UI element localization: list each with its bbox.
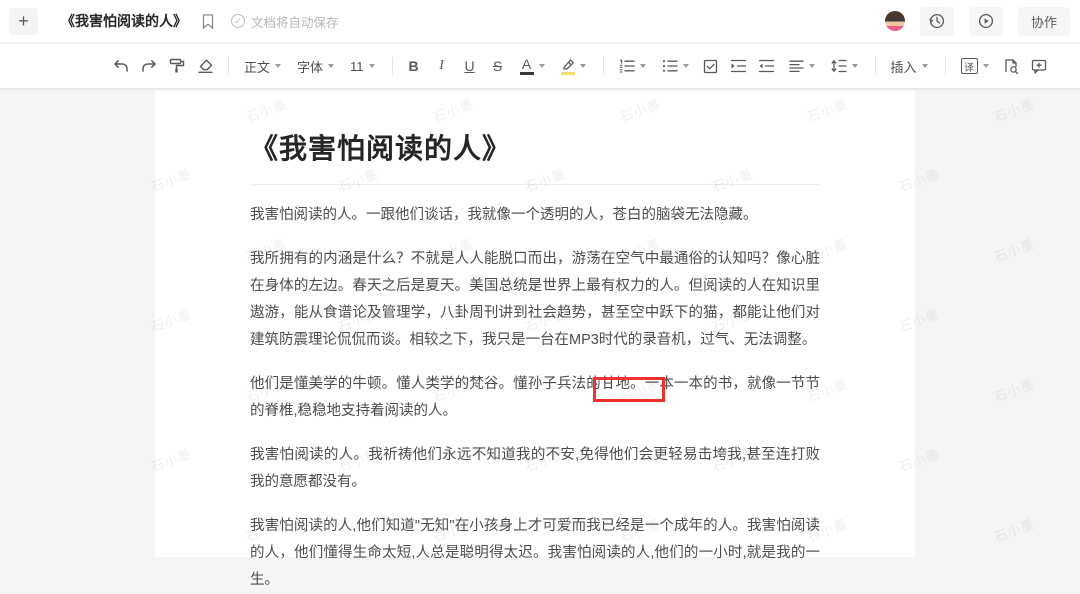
translate-icon: 译 xyxy=(961,58,978,74)
strikethrough-button[interactable]: S xyxy=(485,53,511,79)
align-button[interactable] xyxy=(782,53,822,79)
autosave-text: 文档将自动保存 xyxy=(251,12,339,31)
document-page[interactable]: 《我害怕阅读的人》 我害怕阅读的人。一跟他们谈话，我就像一个透明的人，苍白的脑袋… xyxy=(155,90,915,557)
chevron-down-icon xyxy=(983,64,989,68)
line-spacing-icon xyxy=(831,59,847,73)
paragraph[interactable]: 他们是懂美学的牛顿。懂人类学的梵谷。懂孙子兵法的甘地。一本一本的书，就像一节节的… xyxy=(250,371,820,425)
italic-icon: I xyxy=(439,59,444,73)
highlighter-icon xyxy=(561,58,575,75)
font-value: 字体 xyxy=(297,57,323,76)
add-comment-icon xyxy=(1031,59,1047,74)
paragraph[interactable]: 我害怕阅读的人。一跟他们谈话，我就像一个透明的人，苍白的脑袋无法隐藏。 xyxy=(250,202,820,229)
toolbar-divider xyxy=(392,57,393,75)
indent-increase-icon xyxy=(730,59,747,73)
strikethrough-icon: S xyxy=(493,59,502,73)
paragraph[interactable]: 我害怕阅读的人,他们知道"无知"在小孩身上才可爱而我已经是一个成年的人。我害怕阅… xyxy=(250,513,820,594)
document-search-icon xyxy=(1003,58,1019,74)
indent-increase-button[interactable] xyxy=(726,53,752,79)
chevron-down-icon xyxy=(275,64,281,68)
chevron-down-icon xyxy=(328,64,334,68)
style-value: 正文 xyxy=(244,57,270,76)
watermark-text: 石小墨 xyxy=(991,513,1037,545)
check-circle-icon: ✓ xyxy=(231,14,245,28)
chevron-down-icon xyxy=(809,64,815,68)
document-title[interactable]: 《我害怕阅读的人》 xyxy=(61,11,187,31)
indent-decrease-icon xyxy=(758,59,775,73)
find-replace-button[interactable] xyxy=(998,53,1024,79)
indent-decrease-button[interactable] xyxy=(754,53,780,79)
paragraph-style-select[interactable]: 正文 xyxy=(237,53,288,79)
insert-label: 插入 xyxy=(891,57,917,76)
chevron-down-icon xyxy=(922,64,928,68)
annotation-highlight-box xyxy=(593,377,665,402)
ordered-list-button[interactable] xyxy=(612,53,653,79)
bookmark-icon xyxy=(202,14,214,29)
toolbar-divider xyxy=(945,57,946,75)
format-painter-icon xyxy=(169,58,185,74)
format-toolbar: 正文 字体 11 B I U S A xyxy=(0,44,1080,89)
plus-icon: + xyxy=(18,11,29,32)
toolbar-divider xyxy=(603,57,604,75)
history-icon xyxy=(928,12,946,30)
editor-scroll-area[interactable]: 《我害怕阅读的人》 我害怕阅读的人。一跟他们谈话，我就像一个透明的人，苍白的脑袋… xyxy=(0,90,1080,557)
bullet-list-button[interactable] xyxy=(655,53,696,79)
collaborate-label: 协作 xyxy=(1031,12,1057,31)
toolbar-divider xyxy=(228,57,229,75)
user-avatar[interactable] xyxy=(885,11,905,31)
line-spacing-button[interactable] xyxy=(824,53,865,79)
watermark-text: 石小墨 xyxy=(991,373,1037,405)
paragraph[interactable]: 我害怕阅读的人。我祈祷他们永远不知道我的不安,免得他们会更轻易击垮我,甚至连打败… xyxy=(250,442,820,496)
clear-format-button[interactable] xyxy=(192,53,218,79)
checkbox-icon xyxy=(703,59,718,74)
translate-button[interactable]: 译 xyxy=(954,53,996,79)
chevron-down-icon xyxy=(580,64,586,68)
autosave-status: ✓ 文档将自动保存 xyxy=(231,12,339,31)
document-heading[interactable]: 《我害怕阅读的人》 xyxy=(250,127,820,185)
toolbar-divider xyxy=(875,57,876,75)
paragraph[interactable]: 我所拥有的内涵是什么？不就是人人能脱口而出，游荡在空气中最通俗的认知吗？像心脏在… xyxy=(250,246,820,354)
chevron-down-icon xyxy=(640,64,646,68)
font-family-select[interactable]: 字体 xyxy=(290,53,341,79)
align-left-icon xyxy=(789,60,804,73)
bold-button[interactable]: B xyxy=(401,53,427,79)
play-icon xyxy=(977,12,995,30)
bookmark-button[interactable] xyxy=(202,14,214,29)
chevron-down-icon xyxy=(683,64,689,68)
font-size-select[interactable]: 11 xyxy=(343,53,382,79)
bold-icon: B xyxy=(408,59,418,73)
font-color-button[interactable]: A xyxy=(513,53,552,79)
bullet-list-icon xyxy=(662,59,678,73)
chevron-down-icon xyxy=(539,64,545,68)
font-color-icon: A xyxy=(520,57,534,75)
format-painter-button[interactable] xyxy=(164,53,190,79)
redo-button[interactable] xyxy=(136,53,162,79)
underline-icon: U xyxy=(464,59,474,73)
top-bar: + 《我害怕阅读的人》 ✓ 文档将自动保存 协作 xyxy=(0,0,1080,43)
watermark-text: 石小墨 xyxy=(991,93,1037,125)
chevron-down-icon xyxy=(852,64,858,68)
highlight-color-button[interactable] xyxy=(554,53,593,79)
eraser-icon xyxy=(197,58,214,74)
chevron-down-icon xyxy=(369,64,375,68)
italic-button[interactable]: I xyxy=(429,53,455,79)
new-document-button[interactable]: + xyxy=(9,8,38,35)
present-button[interactable] xyxy=(969,7,1003,36)
history-button[interactable] xyxy=(920,7,954,36)
size-value: 11 xyxy=(350,59,364,74)
insert-button[interactable]: 插入 xyxy=(884,53,935,79)
checklist-button[interactable] xyxy=(698,53,724,79)
undo-icon xyxy=(113,59,129,73)
watermark-text: 石小墨 xyxy=(991,233,1037,265)
ordered-list-icon xyxy=(619,59,635,73)
collaborate-button[interactable]: 协作 xyxy=(1018,7,1070,36)
underline-button[interactable]: U xyxy=(457,53,483,79)
redo-icon xyxy=(141,59,157,73)
comment-button[interactable] xyxy=(1026,53,1052,79)
undo-button[interactable] xyxy=(108,53,134,79)
